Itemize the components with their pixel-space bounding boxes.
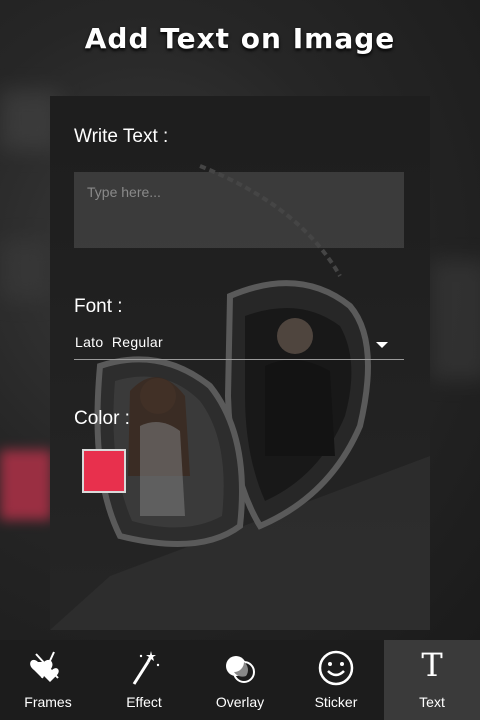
nav-item-text[interactable]: T Text (384, 640, 480, 720)
nav-label-effect: Effect (126, 694, 162, 710)
write-text-label: Write Text : (74, 126, 169, 147)
nav-item-overlay[interactable]: Overlay (192, 640, 288, 720)
dropdown-arrow-icon (376, 342, 388, 348)
text-T-icon: T (421, 646, 443, 684)
font-label: Font : (74, 296, 123, 317)
nav-label-text: Text (419, 694, 445, 710)
bottom-nav: Frames Effect Overlay Sticker T Text (0, 640, 480, 720)
magic-wand-icon (132, 651, 160, 685)
color-swatch[interactable] (82, 449, 126, 493)
text-input[interactable] (74, 172, 404, 248)
font-value: Lato Regular (75, 334, 163, 350)
nav-label-sticker: Sticker (314, 694, 358, 710)
page-title: Add Text on Image (84, 22, 396, 55)
nav-item-frames[interactable]: Frames (0, 640, 96, 720)
nav-label-overlay: Overlay (215, 694, 265, 710)
nav-label-frames: Frames (24, 694, 72, 710)
nav-item-effect[interactable]: Effect (96, 640, 192, 720)
font-dropdown[interactable]: Lato Regular (74, 326, 404, 360)
color-label: Color : (74, 408, 130, 429)
nav-item-sticker[interactable]: Sticker (288, 640, 384, 720)
smiley-icon (318, 650, 354, 686)
hearts-icon (30, 651, 59, 682)
overlay-circles-icon (226, 656, 255, 683)
